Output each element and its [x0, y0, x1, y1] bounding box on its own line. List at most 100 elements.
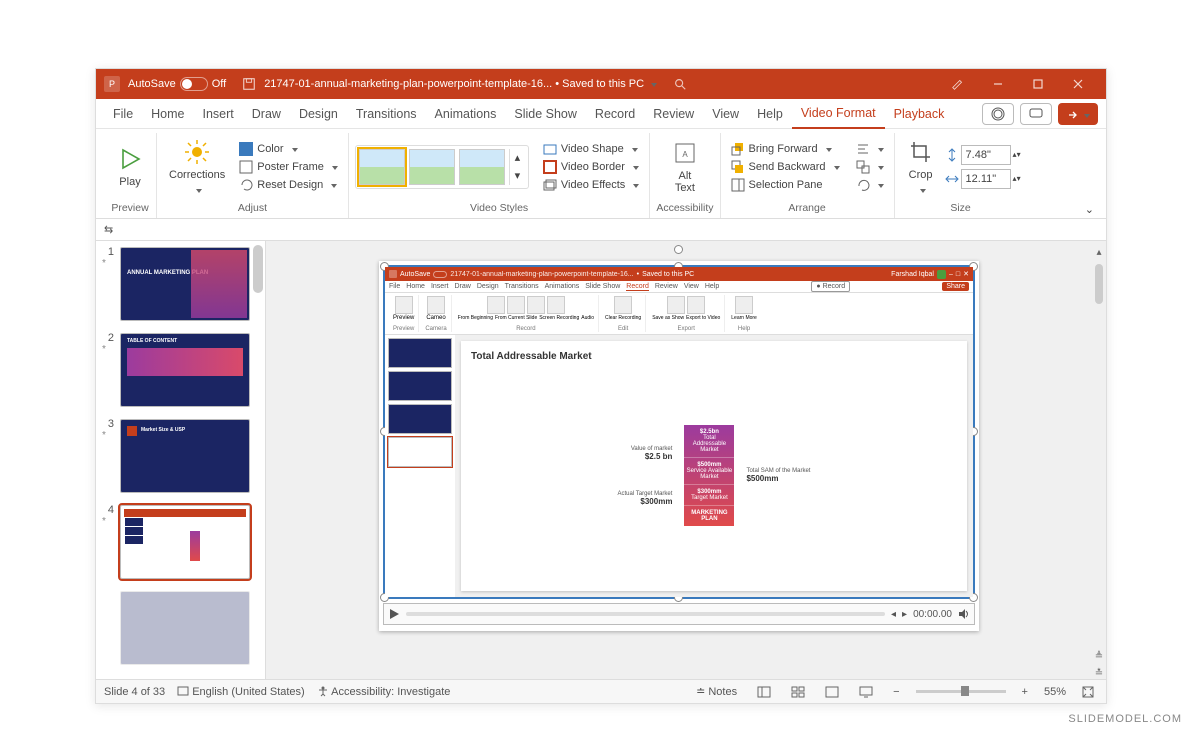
- style-thumb[interactable]: [359, 149, 405, 185]
- video-style-gallery[interactable]: ▴ ▾: [355, 145, 529, 189]
- height-input[interactable]: 7.48": [961, 145, 1011, 165]
- crop-button[interactable]: Crop: [901, 136, 941, 198]
- tab-home[interactable]: Home: [142, 99, 193, 129]
- language-button[interactable]: English (United States): [177, 685, 305, 698]
- notes-button[interactable]: ≐ Notes: [692, 685, 741, 698]
- save-icon[interactable]: [242, 77, 256, 91]
- tab-transitions[interactable]: Transitions: [347, 99, 426, 129]
- tab-help[interactable]: Help: [748, 99, 792, 129]
- thumbnail-3[interactable]: 3* Market Size & USP: [96, 413, 265, 499]
- svg-text:A: A: [682, 150, 688, 159]
- tab-file[interactable]: File: [104, 99, 142, 129]
- step-forward-icon[interactable]: ▸: [902, 609, 907, 620]
- slide-canvas[interactable]: AutoSave 21747-01-annual-marketing-plan-…: [266, 241, 1092, 679]
- rotate-icon: [856, 178, 870, 192]
- color-button[interactable]: Color: [235, 141, 342, 157]
- play-button[interactable]: Play: [110, 143, 150, 190]
- thumbnail-4[interactable]: 4*: [96, 499, 265, 585]
- document-title[interactable]: 21747-01-annual-marketing-plan-powerpoin…: [264, 78, 657, 90]
- bring-forward-button[interactable]: Bring Forward: [727, 141, 844, 157]
- group-label: Video Styles: [470, 200, 528, 218]
- poster-frame-button[interactable]: Poster Frame: [235, 159, 342, 175]
- tab-playback[interactable]: Playback: [885, 99, 954, 129]
- alt-text-button[interactable]: A Alt Text: [665, 137, 705, 196]
- video-effects-button[interactable]: Video Effects: [539, 177, 643, 193]
- gallery-more-button[interactable]: ▴ ▾: [509, 149, 525, 185]
- chevron-down-icon: [874, 179, 884, 191]
- reading-view-icon[interactable]: [821, 686, 843, 698]
- selection-pane-button[interactable]: Selection Pane: [727, 177, 844, 193]
- thumbnail-2[interactable]: 2* TABLE OF CONTENT: [96, 327, 265, 413]
- spinner-icon[interactable]: ▴▾: [1013, 174, 1021, 183]
- prev-slide-icon[interactable]: ≜: [1095, 651, 1103, 662]
- align-icon: [856, 142, 870, 156]
- maximize-button[interactable]: [1018, 70, 1058, 98]
- ribbon-group-video-styles: ▴ ▾ Video Shape Video Border Video Effec…: [349, 133, 650, 218]
- next-slide-icon[interactable]: ≛: [1095, 668, 1103, 679]
- tab-animations[interactable]: Animations: [426, 99, 506, 129]
- thumbnail-image: ANNUAL MARKETING PLAN: [120, 247, 250, 321]
- embedded-slide: Total Addressable Market Value of market…: [461, 341, 967, 591]
- step-back-icon[interactable]: ◂: [891, 609, 896, 620]
- zoom-thumb[interactable]: [961, 686, 969, 696]
- tab-view[interactable]: View: [703, 99, 748, 129]
- zoom-out-button[interactable]: −: [889, 686, 903, 698]
- scroll-up-icon[interactable]: ▴: [1096, 247, 1101, 258]
- send-backward-button[interactable]: Send Backward: [727, 159, 844, 175]
- share-button: Share: [942, 282, 969, 291]
- corrections-button[interactable]: Corrections: [163, 136, 231, 198]
- slideshow-view-icon[interactable]: [855, 686, 877, 698]
- close-button[interactable]: [1058, 70, 1098, 98]
- zoom-slider[interactable]: [916, 690, 1006, 693]
- search-icon[interactable]: [673, 77, 687, 91]
- video-selection[interactable]: AutoSave 21747-01-annual-marketing-plan-…: [383, 265, 975, 599]
- send-backward-icon: [731, 160, 745, 174]
- reset-design-button[interactable]: Reset Design: [235, 177, 342, 193]
- volume-icon[interactable]: [958, 608, 970, 620]
- close-icon: ✕: [963, 270, 969, 278]
- tab-record[interactable]: Record: [586, 99, 644, 129]
- rotate-handle[interactable]: [674, 245, 683, 254]
- slide-sorter-icon[interactable]: [787, 686, 809, 698]
- overflow-icon[interactable]: ⇆: [104, 223, 113, 236]
- play-icon[interactable]: [388, 608, 400, 620]
- tab-draw[interactable]: Draw: [243, 99, 290, 129]
- comments-button[interactable]: [1020, 103, 1052, 125]
- video-border-button[interactable]: Video Border: [539, 159, 643, 175]
- tab-design[interactable]: Design: [290, 99, 347, 129]
- rotate-button[interactable]: [852, 177, 888, 193]
- slide-counter[interactable]: Slide 4 of 33: [104, 686, 165, 698]
- style-thumb[interactable]: [459, 149, 505, 185]
- chevron-down-icon: [916, 184, 926, 196]
- align-button[interactable]: [852, 141, 888, 157]
- scrollbar-thumb[interactable]: [1095, 264, 1103, 304]
- ink-icon[interactable]: [938, 70, 978, 98]
- style-thumb[interactable]: [409, 149, 455, 185]
- zoom-in-button[interactable]: +: [1018, 686, 1032, 698]
- video-track[interactable]: [406, 612, 885, 616]
- chevron-down-icon: [874, 143, 884, 155]
- thumbnail-1[interactable]: 1* ANNUAL MARKETING PLAN: [96, 241, 265, 327]
- share-button[interactable]: [1058, 103, 1098, 125]
- fit-to-window-icon[interactable]: [1078, 686, 1098, 698]
- normal-view-icon[interactable]: [753, 686, 775, 698]
- tab-slideshow[interactable]: Slide Show: [505, 99, 586, 129]
- zoom-level[interactable]: 55%: [1044, 686, 1066, 698]
- scrollbar-thumb[interactable]: [253, 245, 263, 293]
- tab-video-format[interactable]: Video Format: [792, 99, 885, 129]
- width-input[interactable]: 12.11": [961, 169, 1011, 189]
- camera-mode-button[interactable]: [982, 103, 1014, 125]
- video-shape-button[interactable]: Video Shape: [539, 141, 643, 157]
- thumbnail-5[interactable]: [96, 585, 265, 671]
- group-button[interactable]: [852, 159, 888, 175]
- autosave-toggle[interactable]: AutoSave Off: [128, 77, 226, 91]
- embedded-ribbon: PreviewPreview CameoCamera From Beginnin…: [385, 293, 973, 335]
- spinner-icon[interactable]: ▴▾: [1013, 150, 1021, 159]
- tab-review[interactable]: Review: [644, 99, 703, 129]
- video-playback-bar[interactable]: ◂ ▸ 00:00.00: [383, 603, 975, 625]
- collapse-ribbon-icon[interactable]: ⌄: [1085, 203, 1094, 216]
- slide-title: Total Addressable Market: [471, 351, 957, 362]
- tab-insert[interactable]: Insert: [194, 99, 243, 129]
- minimize-button[interactable]: [978, 70, 1018, 98]
- accessibility-button[interactable]: Accessibility: Investigate: [317, 685, 451, 698]
